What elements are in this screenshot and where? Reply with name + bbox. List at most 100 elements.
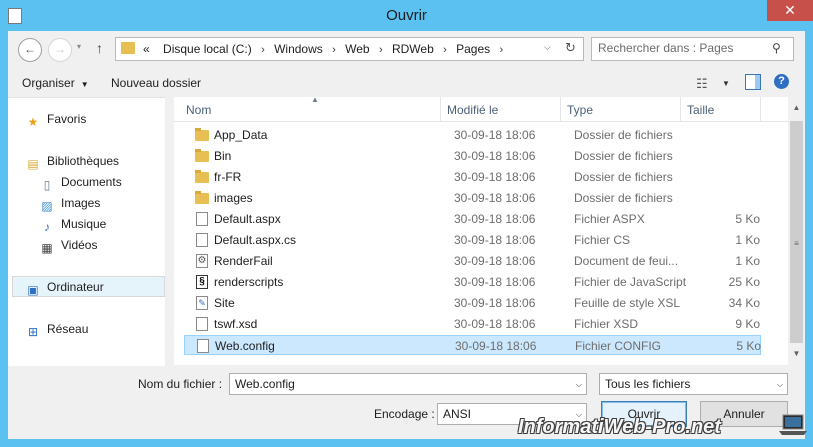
file-size: 9 Ko <box>735 317 760 331</box>
sidebar-item-videos[interactable]: ▦ Vidéos <box>40 238 97 255</box>
up-button[interactable]: ↑ <box>96 40 103 56</box>
column-type[interactable]: Type <box>567 103 593 117</box>
vertical-scrollbar[interactable]: ▲ ≡ ▼ <box>788 97 805 365</box>
file-row[interactable]: Web.config 30-09-18 18:06 Fichier CONFIG 5 … <box>184 335 761 355</box>
file-type: Fichier XSD <box>574 317 639 331</box>
column-header: ▲ Nom Modifié le Type Taille <box>174 95 788 122</box>
filename-field[interactable]: Web.config ⌵ <box>229 373 587 395</box>
toolbar: Organiser ▼ Nouveau dossier ☷ ▼ ? <box>8 68 805 97</box>
search-icon[interactable]: ⚲ <box>772 41 781 55</box>
file-name: Bin <box>214 149 232 163</box>
file-modified: 30-09-18 18:06 <box>454 191 536 205</box>
breadcrumb-item[interactable]: Web <box>345 42 369 56</box>
view-icon[interactable]: ☷ <box>696 76 708 92</box>
file-name: Default.aspx <box>214 212 281 226</box>
file-size: 5 Ko <box>736 339 761 353</box>
back-button[interactable]: ← <box>18 38 42 62</box>
chevron-right-icon[interactable]: › <box>443 44 447 56</box>
sidebar-item-favorites[interactable]: ★ Favoris <box>26 112 87 129</box>
file-type: Fichier CS <box>574 233 631 247</box>
folder-row[interactable]: Bin 30-09-18 18:06 Dossier de fichiers <box>184 146 761 166</box>
preview-pane-icon[interactable] <box>745 74 761 90</box>
chevron-down-icon: ▼ <box>80 80 89 89</box>
file-name: fr-FR <box>214 170 242 184</box>
filename-value[interactable]: Web.config <box>235 377 295 391</box>
file-size: 34 Ko <box>728 296 760 310</box>
folder-row[interactable]: fr-FR 30-09-18 18:06 Dossier de fichiers <box>184 167 761 187</box>
close-button[interactable]: ✕ <box>767 0 813 21</box>
file-type: Fichier ASPX <box>574 212 645 226</box>
filename-label: Nom du fichier : <box>138 377 223 391</box>
file-type-select[interactable]: Tous les fichiers ⌵ <box>599 373 788 395</box>
file-row[interactable]: § renderscripts 30-09-18 18:06 Fichier de J… <box>184 272 761 292</box>
help-icon[interactable]: ? <box>774 74 789 89</box>
breadcrumb-item[interactable]: Disque local (C:) <box>163 42 252 56</box>
scroll-down-icon[interactable]: ▼ <box>788 349 805 358</box>
chevron-right-icon[interactable]: › <box>332 44 336 56</box>
chevron-right-icon[interactable]: › <box>261 44 265 56</box>
new-folder-button[interactable]: Nouveau dossier <box>111 76 201 90</box>
file-list: ▲ Nom Modifié le Type Taille App_Data 30-… <box>174 95 805 365</box>
refresh-icon[interactable]: ↻ <box>565 40 576 56</box>
organize-button[interactable]: Organiser ▼ <box>22 76 89 90</box>
dialog-client: ← → ▾ ↑ « Disque local (C:) › Windows › … <box>8 31 805 439</box>
breadcrumb-item[interactable]: RDWeb <box>392 42 434 56</box>
file-name: tswf.xsd <box>214 317 258 331</box>
videos-icon: ▦ <box>41 241 53 255</box>
document-icon <box>196 233 208 247</box>
chevron-down-icon[interactable]: ⌵ <box>576 380 582 390</box>
sidebar-item-computer[interactable]: ▣ Ordinateur <box>26 280 103 297</box>
document-icon <box>196 317 208 331</box>
title-bar[interactable]: Ouvrir ✕ <box>0 0 813 31</box>
sidebar-item-documents[interactable]: ▯ Documents <box>40 175 122 192</box>
column-modified[interactable]: Modifié le <box>447 103 498 117</box>
sidebar-item-label: Favoris <box>47 112 87 126</box>
laptop-icon <box>779 414 807 435</box>
file-modified: 30-09-18 18:06 <box>454 254 536 268</box>
forward-button[interactable]: → <box>48 38 72 62</box>
sidebar-item-music[interactable]: ♪ Musique <box>40 217 106 234</box>
column-divider[interactable] <box>760 97 761 121</box>
breadcrumb-item[interactable]: Windows <box>274 42 323 56</box>
file-type: Feuille de style XSL <box>574 296 681 310</box>
sidebar-item-network[interactable]: ⊞ Réseau <box>26 322 88 339</box>
folder-row[interactable]: images 30-09-18 18:06 Dossier de fichiers <box>184 188 761 208</box>
chevron-down-icon[interactable]: ⌵ <box>777 380 783 390</box>
column-divider[interactable] <box>680 97 681 121</box>
open-dialog: Ouvrir ✕ ← → ▾ ↑ « Disque local (C:) › W… <box>0 0 813 447</box>
file-name: Web.config <box>215 339 275 353</box>
sidebar-item-images[interactable]: ▨ Images <box>40 196 100 213</box>
chevron-right-icon[interactable]: › <box>379 44 383 56</box>
file-row[interactable]: Default.aspx.cs 30-09-18 18:06 Fichier CS 1… <box>184 230 761 250</box>
library-icon: ▤ <box>27 157 39 171</box>
column-size[interactable]: Taille <box>687 103 714 117</box>
folder-row[interactable]: App_Data 30-09-18 18:06 Dossier de fichier… <box>184 125 761 145</box>
column-divider[interactable] <box>440 97 441 121</box>
file-row[interactable]: tswf.xsd 30-09-18 18:06 Fichier XSD 9 Ko <box>184 314 761 334</box>
file-name: renderscripts <box>214 275 284 289</box>
breadcrumb-item[interactable]: Pages <box>456 42 490 56</box>
encoding-label: Encodage : <box>374 407 435 421</box>
file-type: Dossier de fichiers <box>574 170 673 184</box>
chevron-down-icon[interactable]: ⌵ <box>544 42 551 53</box>
chevron-down-icon[interactable]: ▼ <box>722 79 730 88</box>
file-row[interactable]: ⚙ RenderFail 30-09-18 18:06 Document de feu… <box>184 251 761 271</box>
scrollbar-thumb[interactable] <box>790 121 803 343</box>
sidebar-item-libraries[interactable]: ▤ Bibliothèques <box>26 154 119 171</box>
recent-locations-icon[interactable]: ▾ <box>77 42 81 51</box>
chevron-right-icon[interactable]: › <box>500 44 504 56</box>
stylesheet-icon: ✎ <box>196 296 208 310</box>
column-name[interactable]: Nom <box>186 103 211 117</box>
address-bar[interactable]: « Disque local (C:) › Windows › Web › RD… <box>115 37 584 61</box>
file-row[interactable]: Default.aspx 30-09-18 18:06 Fichier ASPX 5 … <box>184 209 761 229</box>
breadcrumb-overflow[interactable]: « <box>143 42 150 56</box>
search-box[interactable]: ⚲ <box>591 37 794 61</box>
file-modified: 30-09-18 18:06 <box>454 149 536 163</box>
organize-label: Organiser <box>22 76 75 90</box>
document-icon <box>197 339 209 353</box>
file-row[interactable]: ✎ Site 30-09-18 18:06 Feuille de style XSL 3… <box>184 293 761 313</box>
scroll-up-icon[interactable]: ▲ <box>788 103 805 112</box>
search-input[interactable] <box>598 41 768 55</box>
column-divider[interactable] <box>560 97 561 121</box>
folder-icon <box>195 191 209 204</box>
